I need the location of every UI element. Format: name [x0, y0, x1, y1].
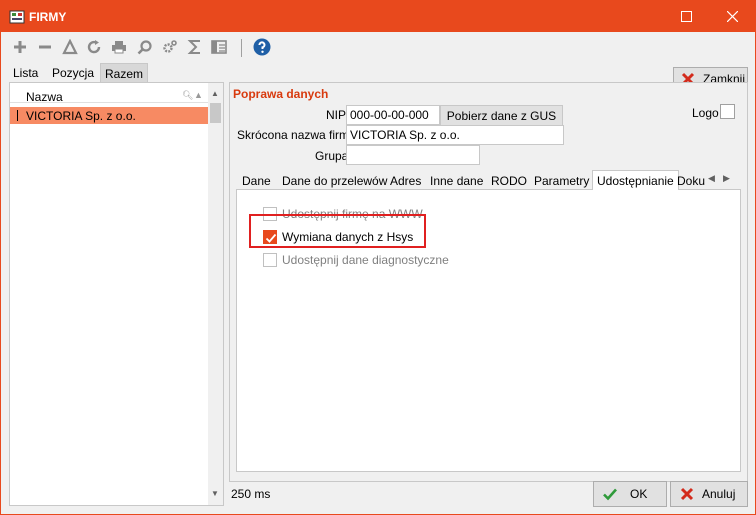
- pin-icon[interactable]: 🔍︎: [182, 90, 193, 101]
- tab-label: Dane: [242, 174, 271, 188]
- tab-label: Dane do przelewów: [282, 174, 388, 188]
- tab-lista[interactable]: Lista: [9, 63, 42, 82]
- checkmark-icon: [603, 488, 617, 501]
- add-icon: [14, 41, 26, 53]
- title-bar: FIRMY: [1, 1, 755, 32]
- tab-label: Doku: [677, 174, 706, 188]
- filter-button[interactable]: [61, 38, 79, 56]
- tab-dane[interactable]: Dane: [238, 172, 275, 190]
- tab-scroll-left-icon[interactable]: ◀: [708, 173, 715, 184]
- window-title: FIRMY: [29, 10, 67, 24]
- tab-adres[interactable]: Adres: [386, 172, 425, 190]
- group-field[interactable]: [346, 145, 480, 165]
- list-scrollbar[interactable]: ▲ ▼: [208, 83, 223, 505]
- maximize-icon: [680, 11, 692, 22]
- tab-label: Adres: [390, 174, 422, 188]
- tab-label: Inne dane: [430, 174, 484, 188]
- gus-button[interactable]: Pobierz dane z GUS: [440, 105, 563, 126]
- scroll-up-icon[interactable]: ▲: [211, 89, 219, 98]
- tab-label: Parametry: [534, 174, 590, 188]
- group-label: Grupa: [315, 149, 349, 163]
- help-icon: [253, 38, 271, 56]
- checkbox-label: Udostępnij dane diagnostyczne: [282, 253, 449, 267]
- short-name-field[interactable]: VICTORIA Sp. z o.o.: [346, 125, 564, 145]
- print-button[interactable]: [110, 38, 128, 56]
- tab-doku[interactable]: Doku: [673, 172, 709, 190]
- tab-razem[interactable]: Razem: [100, 63, 149, 82]
- sum-icon: [187, 40, 200, 54]
- maximize-button[interactable]: [663, 1, 709, 32]
- checkbox-box[interactable]: [263, 253, 277, 267]
- nip-label: NIP: [326, 108, 347, 122]
- section-title: Poprawa danych: [233, 87, 329, 101]
- logo-box[interactable]: [720, 104, 735, 119]
- tab-dane-do-przelewow[interactable]: Dane do przelewów: [278, 172, 391, 190]
- firmy-window: FIRMY Zamknij Lista Pozycja Razem Nazwa …: [0, 0, 756, 515]
- settings-icon: [163, 40, 177, 53]
- sort-up-icon[interactable]: ▲: [194, 90, 203, 100]
- tab-label: Lista: [13, 66, 39, 80]
- settings-button[interactable]: [161, 38, 179, 56]
- tab-pozycja[interactable]: Pozycja: [48, 63, 98, 82]
- app-icon: [9, 10, 25, 24]
- refresh-button[interactable]: [85, 38, 103, 56]
- remove-button[interactable]: [36, 38, 54, 56]
- remove-icon: [39, 45, 51, 49]
- scroll-thumb[interactable]: [210, 103, 221, 123]
- cancel-button-label: Anuluj: [702, 487, 736, 501]
- tab-udostepnianie[interactable]: Udostępnianie: [592, 170, 679, 191]
- search-icon: [137, 40, 152, 55]
- toolbar-separator: [241, 39, 242, 57]
- list-item[interactable]: VICTORIA Sp. z o.o.: [10, 107, 208, 124]
- tab-rodo[interactable]: RODO: [487, 172, 531, 190]
- sum-button[interactable]: [186, 38, 204, 56]
- close-icon: [726, 11, 738, 22]
- row-marker: [17, 110, 18, 121]
- tab-label: RODO: [491, 174, 527, 188]
- tab-scroll-right-icon[interactable]: ▶: [723, 173, 730, 184]
- column-header-nazwa[interactable]: Nazwa: [26, 90, 63, 104]
- columns-button[interactable]: [210, 38, 228, 56]
- highlight-annotation: [249, 214, 426, 248]
- logo-label: Logo: [692, 106, 719, 120]
- nip-field[interactable]: 000-00-00-000: [346, 105, 440, 125]
- scroll-down-icon[interactable]: ▼: [211, 489, 219, 498]
- checkbox-share-diagnostics[interactable]: Udostępnij dane diagnostyczne: [263, 251, 449, 269]
- list-header: Nazwa 🔍︎ ▲: [10, 83, 208, 104]
- ok-button[interactable]: OK: [593, 481, 667, 507]
- tab-parametry[interactable]: Parametry: [530, 172, 593, 190]
- refresh-icon: [87, 40, 101, 54]
- close-window-button[interactable]: [709, 1, 755, 32]
- columns-icon: [211, 40, 227, 54]
- inner-tabs: Dane Dane do przelewów Adres Inne dane R…: [236, 170, 741, 191]
- status-time: 250 ms: [231, 487, 271, 501]
- help-button[interactable]: [253, 38, 271, 56]
- close-icon: [680, 487, 694, 501]
- details-panel: Poprawa danych Logo NIP 000-00-00-000 Po…: [229, 82, 748, 482]
- short-name-label: Skrócona nazwa firmy: [237, 128, 356, 142]
- tab-label: Razem: [105, 67, 144, 81]
- list-item-label: VICTORIA Sp. z o.o.: [26, 109, 136, 123]
- company-list: Nazwa 🔍︎ ▲ VICTORIA Sp. z o.o. ▲ ▼: [9, 82, 224, 506]
- search-button[interactable]: [136, 38, 154, 56]
- print-icon: [112, 41, 126, 54]
- filter-icon: [62, 39, 78, 55]
- toolbar: Zamknij: [1, 32, 755, 91]
- tab-label: Pozycja: [52, 66, 95, 80]
- cancel-button[interactable]: Anuluj: [670, 481, 748, 507]
- tab-label: Udostępnianie: [597, 174, 674, 188]
- tab-inne-dane[interactable]: Inne dane: [426, 172, 487, 190]
- add-button[interactable]: [11, 38, 29, 56]
- ok-button-label: OK: [630, 487, 648, 501]
